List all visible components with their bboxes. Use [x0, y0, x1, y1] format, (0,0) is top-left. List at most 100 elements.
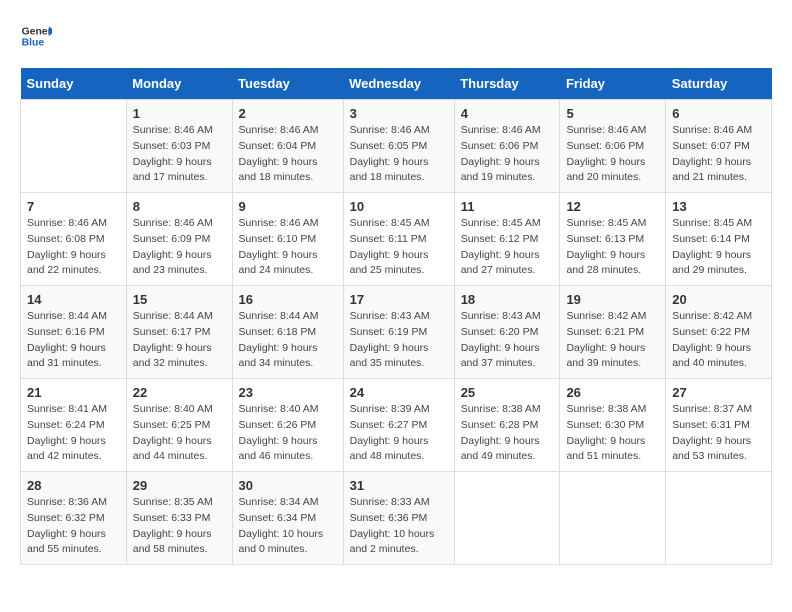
calendar-cell: 22 Sunrise: 8:40 AMSunset: 6:25 PMDayligh… [126, 379, 232, 472]
day-info: Sunrise: 8:46 AMSunset: 6:03 PMDaylight:… [133, 123, 226, 186]
column-header-thursday: Thursday [454, 68, 560, 100]
calendar-week-row: 7 Sunrise: 8:46 AMSunset: 6:08 PMDaylight… [21, 193, 772, 286]
day-number: 9 [239, 199, 337, 214]
calendar-cell: 8Sunrise: 8:46 AMSunset: 6:09 PMDaylight… [126, 193, 232, 286]
calendar-table: SundayMondayTuesdayWednesdayThursdayFrid… [20, 68, 772, 565]
day-number: 25 [461, 385, 554, 400]
day-number: 18 [461, 292, 554, 307]
day-info: Sunrise: 8:46 AMSunset: 6:10 PMDaylight:… [239, 216, 337, 279]
calendar-cell [21, 100, 127, 193]
day-info: Sunrise: 8:46 AMSunset: 6:06 PMDaylight:… [566, 123, 659, 186]
day-number: 11 [461, 199, 554, 214]
calendar-week-row: 28 Sunrise: 8:36 AMSunset: 6:32 PMDayligh… [21, 472, 772, 565]
calendar-cell: 30 Sunrise: 8:34 AMSunset: 6:34 PMDayligh… [232, 472, 343, 565]
day-number: 20 [672, 292, 765, 307]
calendar-cell: 31 Sunrise: 8:33 AMSunset: 6:36 PMDayligh… [343, 472, 454, 565]
calendar-cell: 11 Sunrise: 8:45 AMSunset: 6:12 PMDayligh… [454, 193, 560, 286]
day-number: 2 [239, 106, 337, 121]
day-info: Sunrise: 8:35 AMSunset: 6:33 PMDaylight:… [133, 495, 226, 558]
calendar-cell: 2Sunrise: 8:46 AMSunset: 6:04 PMDaylight… [232, 100, 343, 193]
day-number: 24 [350, 385, 448, 400]
calendar-cell: 9 Sunrise: 8:46 AMSunset: 6:10 PMDaylight… [232, 193, 343, 286]
calendar-cell: 16Sunrise: 8:44 AMSunset: 6:18 PMDayligh… [232, 286, 343, 379]
calendar-cell: 4Sunrise: 8:46 AMSunset: 6:06 PMDaylight… [454, 100, 560, 193]
calendar-cell: 12Sunrise: 8:45 AMSunset: 6:13 PMDayligh… [560, 193, 666, 286]
calendar-cell: 3 Sunrise: 8:46 AMSunset: 6:05 PMDaylight… [343, 100, 454, 193]
day-info: Sunrise: 8:42 AMSunset: 6:21 PMDaylight:… [566, 309, 659, 372]
day-number: 21 [27, 385, 120, 400]
calendar-week-row: 1 Sunrise: 8:46 AMSunset: 6:03 PMDaylight… [21, 100, 772, 193]
calendar-cell: 17 Sunrise: 8:43 AMSunset: 6:19 PMDayligh… [343, 286, 454, 379]
svg-text:General: General [22, 26, 52, 37]
calendar-cell: 10Sunrise: 8:45 AMSunset: 6:11 PMDayligh… [343, 193, 454, 286]
day-info: Sunrise: 8:46 AMSunset: 6:08 PMDaylight:… [27, 216, 120, 279]
day-info: Sunrise: 8:42 AMSunset: 6:22 PMDaylight:… [672, 309, 765, 372]
day-info: Sunrise: 8:46 AMSunset: 6:05 PMDaylight:… [350, 123, 448, 186]
calendar-cell [666, 472, 772, 565]
calendar-cell: 28 Sunrise: 8:36 AMSunset: 6:32 PMDayligh… [21, 472, 127, 565]
calendar-cell: 21Sunrise: 8:41 AMSunset: 6:24 PMDayligh… [21, 379, 127, 472]
day-number: 10 [350, 199, 448, 214]
day-info: Sunrise: 8:45 AMSunset: 6:14 PMDaylight:… [672, 216, 765, 279]
calendar-cell: 5Sunrise: 8:46 AMSunset: 6:06 PMDaylight… [560, 100, 666, 193]
day-number: 26 [566, 385, 659, 400]
calendar-cell: 6 Sunrise: 8:46 AMSunset: 6:07 PMDaylight… [666, 100, 772, 193]
day-number: 22 [133, 385, 226, 400]
day-info: Sunrise: 8:44 AMSunset: 6:16 PMDaylight:… [27, 309, 120, 372]
calendar-header-row: SundayMondayTuesdayWednesdayThursdayFrid… [21, 68, 772, 100]
calendar-cell: 27 Sunrise: 8:37 AMSunset: 6:31 PMDayligh… [666, 379, 772, 472]
day-number: 31 [350, 478, 448, 493]
day-info: Sunrise: 8:46 AMSunset: 6:07 PMDaylight:… [672, 123, 765, 186]
calendar-cell: 1 Sunrise: 8:46 AMSunset: 6:03 PMDaylight… [126, 100, 232, 193]
day-number: 16 [239, 292, 337, 307]
column-header-monday: Monday [126, 68, 232, 100]
column-header-sunday: Sunday [21, 68, 127, 100]
day-number: 23 [239, 385, 337, 400]
day-info: Sunrise: 8:34 AMSunset: 6:34 PMDaylight:… [239, 495, 337, 558]
day-number: 14 [27, 292, 120, 307]
day-number: 17 [350, 292, 448, 307]
day-info: Sunrise: 8:45 AMSunset: 6:12 PMDaylight:… [461, 216, 554, 279]
day-number: 19 [566, 292, 659, 307]
day-info: Sunrise: 8:40 AMSunset: 6:26 PMDaylight:… [239, 402, 337, 465]
day-number: 3 [350, 106, 448, 121]
day-info: Sunrise: 8:39 AMSunset: 6:27 PMDaylight:… [350, 402, 448, 465]
calendar-cell: 26 Sunrise: 8:38 AMSunset: 6:30 PMDayligh… [560, 379, 666, 472]
day-info: Sunrise: 8:43 AMSunset: 6:20 PMDaylight:… [461, 309, 554, 372]
day-info: Sunrise: 8:36 AMSunset: 6:32 PMDaylight:… [27, 495, 120, 558]
calendar-cell: 19 Sunrise: 8:42 AMSunset: 6:21 PMDayligh… [560, 286, 666, 379]
logo-icon: General Blue [20, 20, 52, 52]
svg-text:Blue: Blue [22, 38, 45, 49]
day-number: 30 [239, 478, 337, 493]
logo: General Blue [20, 20, 56, 52]
day-number: 1 [133, 106, 226, 121]
column-header-tuesday: Tuesday [232, 68, 343, 100]
day-number: 13 [672, 199, 765, 214]
day-info: Sunrise: 8:33 AMSunset: 6:36 PMDaylight:… [350, 495, 448, 558]
day-number: 27 [672, 385, 765, 400]
calendar-cell: 23 Sunrise: 8:40 AMSunset: 6:26 PMDayligh… [232, 379, 343, 472]
column-header-wednesday: Wednesday [343, 68, 454, 100]
day-info: Sunrise: 8:40 AMSunset: 6:25 PMDaylight:… [133, 402, 226, 465]
calendar-cell: 14 Sunrise: 8:44 AMSunset: 6:16 PMDayligh… [21, 286, 127, 379]
day-number: 6 [672, 106, 765, 121]
day-info: Sunrise: 8:38 AMSunset: 6:28 PMDaylight:… [461, 402, 554, 465]
day-info: Sunrise: 8:38 AMSunset: 6:30 PMDaylight:… [566, 402, 659, 465]
calendar-cell: 29 Sunrise: 8:35 AMSunset: 6:33 PMDayligh… [126, 472, 232, 565]
page-header: General Blue [20, 20, 772, 52]
calendar-cell: 20 Sunrise: 8:42 AMSunset: 6:22 PMDayligh… [666, 286, 772, 379]
column-header-saturday: Saturday [666, 68, 772, 100]
calendar-week-row: 14 Sunrise: 8:44 AMSunset: 6:16 PMDayligh… [21, 286, 772, 379]
calendar-cell: 7 Sunrise: 8:46 AMSunset: 6:08 PMDaylight… [21, 193, 127, 286]
calendar-cell: 15Sunrise: 8:44 AMSunset: 6:17 PMDayligh… [126, 286, 232, 379]
calendar-cell: 13 Sunrise: 8:45 AMSunset: 6:14 PMDayligh… [666, 193, 772, 286]
day-info: Sunrise: 8:45 AMSunset: 6:13 PMDaylight:… [566, 216, 659, 279]
day-number: 28 [27, 478, 120, 493]
day-info: Sunrise: 8:37 AMSunset: 6:31 PMDaylight:… [672, 402, 765, 465]
day-number: 7 [27, 199, 120, 214]
day-number: 29 [133, 478, 226, 493]
day-info: Sunrise: 8:46 AMSunset: 6:09 PMDaylight:… [133, 216, 226, 279]
day-info: Sunrise: 8:43 AMSunset: 6:19 PMDaylight:… [350, 309, 448, 372]
day-info: Sunrise: 8:44 AMSunset: 6:17 PMDaylight:… [133, 309, 226, 372]
calendar-cell: 25 Sunrise: 8:38 AMSunset: 6:28 PMDayligh… [454, 379, 560, 472]
